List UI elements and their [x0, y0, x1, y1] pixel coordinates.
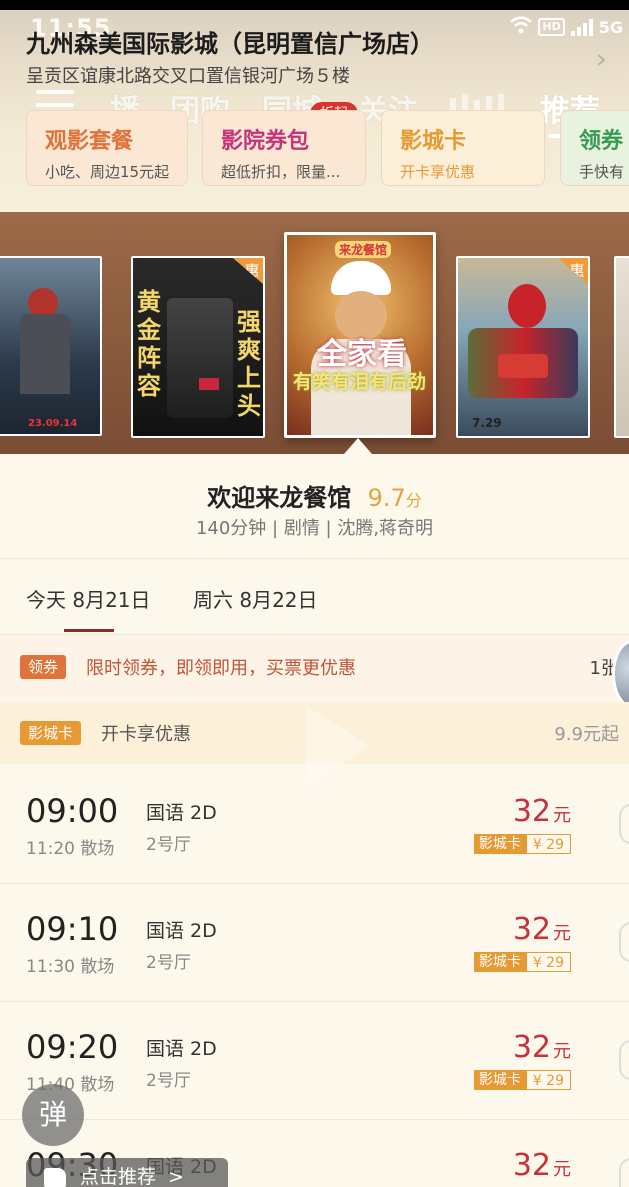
card-price-badge: 影城卡 ¥ 29 — [473, 834, 571, 854]
cinema-header: 11:55 HD 5G 九州森美国际影城（昆明置信广场店） 呈贡区谊康北路交叉口… — [0, 0, 629, 212]
poster-title-left: 黄金阵容 — [137, 288, 161, 400]
poster-4[interactable]: 惠 7.29 — [456, 256, 590, 438]
wifi-icon — [510, 16, 533, 38]
poster-2[interactable]: 惠 黄金阵容 强爽上头 — [131, 256, 265, 438]
network-label: 5G — [598, 17, 623, 37]
poster-date: 7.29 — [472, 416, 502, 430]
card-title: 影城卡 — [400, 129, 467, 154]
showtime-row[interactable]: 09:00 11:20 散场 国语 2D 2号厅 32 元 影城卡 ¥ 29 — [0, 766, 629, 884]
buy-button[interactable] — [619, 922, 629, 962]
card-coupons[interactable]: 领券 手快有 — [560, 110, 629, 186]
hero-mask-shape — [508, 284, 546, 328]
coupon-promo-text: 限时领券，即领即用，买票更优惠 — [86, 658, 357, 679]
poster-logo: 来龙餐馆 — [335, 241, 392, 258]
card-price-badge: 影城卡 ¥ 29 — [473, 1070, 571, 1090]
buy-button[interactable] — [619, 1040, 629, 1080]
showtime-row[interactable]: 09:10 11:30 散场 国语 2D 2号厅 32 元 影城卡 ¥ 29 — [0, 884, 629, 1002]
poster-tagline-2: 有笑有泪有后劲 — [293, 371, 427, 393]
cinema-card-price: 9.9元起 — [554, 724, 619, 745]
language-format: 国语 2D — [146, 920, 217, 942]
buy-button[interactable] — [619, 1158, 629, 1187]
divider — [0, 634, 629, 635]
card-subtitle: 小吃、周边15元起 — [45, 163, 170, 181]
recommend-label: 点击推荐 — [80, 1166, 157, 1187]
card-price-badge: 影城卡 ¥ 29 — [473, 952, 571, 972]
start-time: 09:10 — [26, 910, 119, 948]
card-subtitle: 超低折扣，限量... — [221, 163, 341, 181]
ticket-price: 32 元 — [512, 794, 571, 829]
figure-shape — [20, 314, 70, 394]
cinema-card-tag: 影城卡 — [20, 721, 82, 745]
poster-badge: 惠 — [558, 258, 588, 284]
chef-hat-shape — [331, 261, 391, 295]
end-time: 11:30 散场 — [26, 957, 115, 977]
signal-icon — [570, 18, 593, 36]
chevron-right-icon[interactable]: › — [596, 42, 607, 75]
date-tab-today[interactable]: 今天 8月21日 — [26, 584, 151, 613]
hall-name: 2号厅 — [146, 835, 191, 855]
danmaku-button[interactable]: 弹 — [22, 1084, 84, 1146]
service-cards: 观影套餐 小吃、周边15元起 影院券包 超低折扣，限量... 影城卡 开卡享优惠… — [26, 110, 629, 188]
card-cinema-card[interactable]: 影城卡 开卡享优惠 — [381, 110, 545, 186]
card-coupon-pack[interactable]: 影院券包 超低折扣，限量... — [202, 110, 366, 186]
ticket-price: 32 元 — [512, 1030, 571, 1065]
hall-name: 2号厅 — [146, 953, 191, 973]
promo-coupon-row[interactable]: 领券 限时领券，即领即用，买票更优惠 1张 — [0, 636, 629, 698]
poster-badge: 惠 — [233, 258, 263, 284]
poster-carousel[interactable]: 23.09.14 惠 黄金阵容 强爽上头 来龙餐馆 全家看 有笑有泪有后劲 惠 … — [0, 212, 629, 454]
movie-title: 欢迎来龙餐馆 — [207, 484, 352, 512]
date-tab-saturday[interactable]: 周六 8月22日 — [193, 584, 318, 613]
ticket-price: 32 元 — [512, 912, 571, 947]
movie-score: 9.7分 — [367, 484, 422, 512]
start-time: 09:20 — [26, 1028, 119, 1066]
status-bar-strip — [0, 0, 629, 10]
card-movie-combo[interactable]: 观影套餐 小吃、周边15元起 — [26, 110, 188, 186]
card-title: 影院券包 — [221, 129, 310, 154]
movie-title-row: 欢迎来龙餐馆 9.7分 — [0, 478, 629, 513]
poster-title-right: 强爽上头 — [237, 308, 261, 420]
status-icons: HD 5G — [510, 16, 623, 38]
start-time: 09:00 — [26, 792, 119, 830]
end-time: 11:20 散场 — [26, 839, 115, 859]
coupon-tag: 领券 — [20, 655, 67, 679]
poster-5-partial[interactable] — [614, 256, 629, 438]
title-logo-shape — [498, 354, 548, 378]
movie-meta: 140分钟 | 剧情 | 沈腾,蒋奇明 — [195, 518, 434, 539]
cinema-name[interactable]: 九州森美国际影城（昆明置信广场店） — [26, 24, 434, 59]
recommend-button[interactable]: 点击推荐 > — [26, 1158, 228, 1187]
red-accent-shape — [199, 378, 219, 390]
hall-name: 2号厅 — [146, 1071, 191, 1091]
showtime-row[interactable]: 09:20 11:40 散场 国语 2D 2号厅 32 元 影城卡 ¥ 29 — [0, 1002, 629, 1120]
poster-pointer — [344, 438, 372, 454]
card-subtitle: 开卡享优惠 — [400, 163, 476, 181]
language-format: 国语 2D — [146, 802, 217, 824]
cinema-card-promo-text: 开卡享优惠 — [101, 724, 192, 745]
divider — [0, 558, 629, 559]
card-title: 领券 — [579, 129, 624, 154]
cast-group-shape — [167, 298, 233, 418]
language-format: 国语 2D — [146, 1038, 217, 1060]
poster-3-selected[interactable]: 来龙餐馆 全家看 有笑有泪有后劲 — [284, 232, 436, 438]
date-tab-indicator — [64, 629, 114, 632]
card-title: 观影套餐 — [45, 129, 134, 154]
card-subtitle: 手快有 — [579, 163, 625, 181]
hd-icon: HD — [538, 18, 565, 36]
buy-button[interactable] — [619, 804, 629, 844]
poster-date: 23.09.14 — [28, 418, 78, 429]
ticket-price: 32 元 — [512, 1148, 571, 1183]
chevron-right-icon: > — [168, 1166, 184, 1187]
thumbs-up-icon — [44, 1168, 66, 1187]
poster-1[interactable]: 23.09.14 — [0, 256, 102, 436]
